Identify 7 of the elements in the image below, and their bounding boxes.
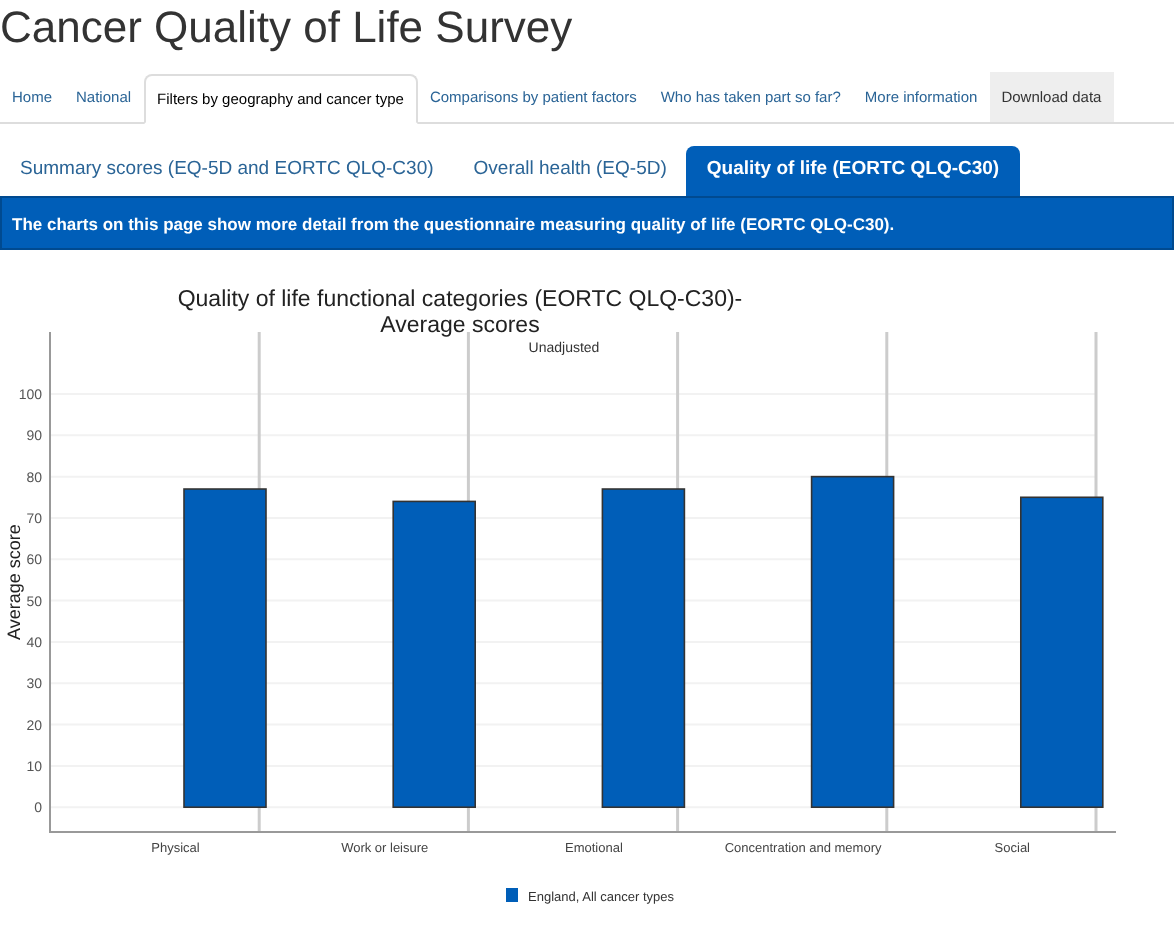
sub-tab[interactable]: Quality of life (EORTC QLQ-C30) [686, 146, 1020, 196]
sub-tab[interactable]: Overall health (EQ-5D) [453, 146, 687, 196]
page-title: Cancer Quality of Life Survey [0, 0, 575, 56]
sub-tab[interactable]: Summary scores (EQ-5D and EORTC QLQ-C30) [0, 146, 454, 196]
info-banner: The charts on this page show more detail from the questionnaire measuring quality of life (EORTC QLQ-C30). [0, 196, 1174, 250]
y-axis-title: Average score [4, 524, 24, 640]
chart-title: Quality of life functional categories (EORTC QLQ-C30)- Average scores [177, 288, 743, 338]
